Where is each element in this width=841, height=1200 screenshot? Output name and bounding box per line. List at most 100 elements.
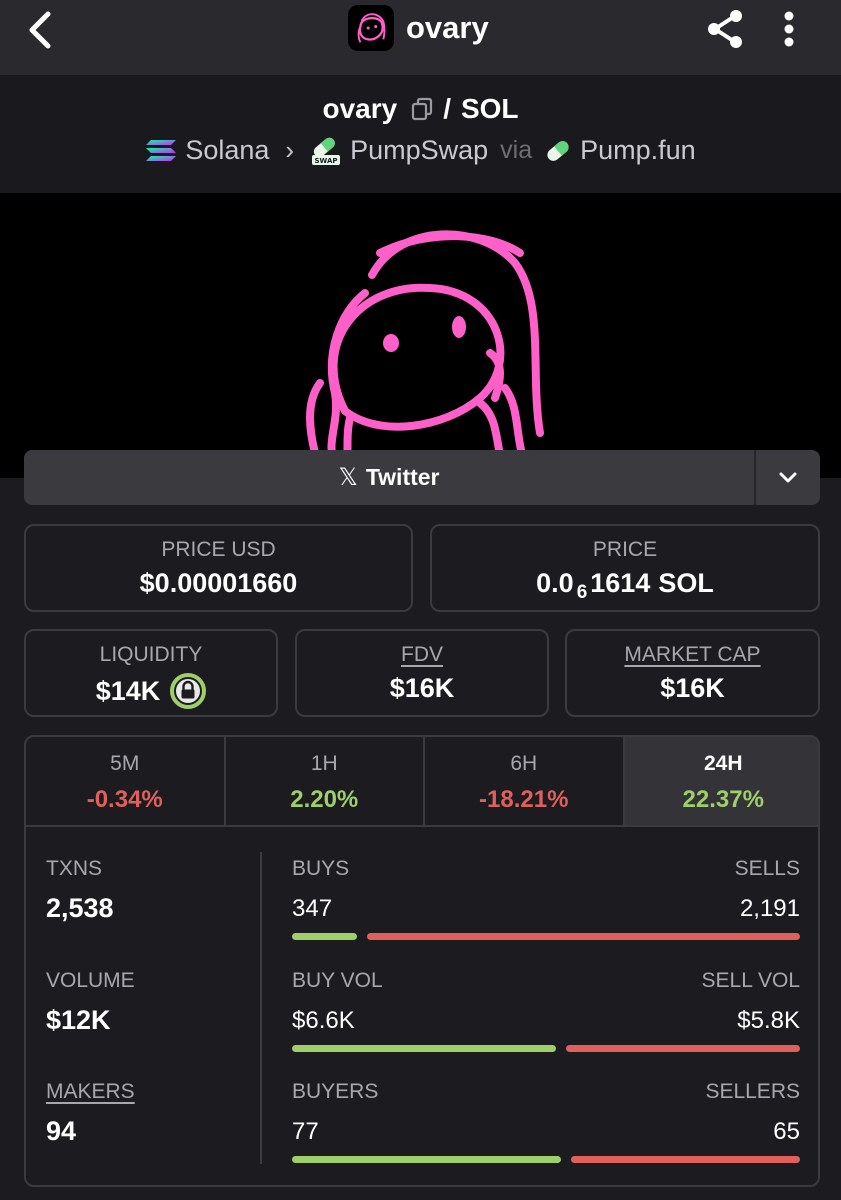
buys-label: BUYS — [292, 857, 350, 880]
buy-vol-value: $6.6K — [292, 1007, 355, 1034]
price-native-label: PRICE — [592, 538, 658, 561]
sells-value: 2,191 — [739, 895, 800, 922]
tab-change: -18.21% — [479, 786, 569, 813]
liquidity-card: LIQUIDITY $14K — [24, 629, 278, 717]
sellers-value: 65 — [773, 1118, 800, 1145]
tab-24h[interactable]: 24H 22.37% — [624, 737, 818, 825]
buy-share-bar — [292, 1045, 557, 1052]
buys-value: 347 — [292, 895, 333, 922]
solana-icon — [145, 138, 177, 164]
liquidity-value: $14K — [95, 675, 161, 706]
twitter-button[interactable]: 𝕏 Twitter — [24, 450, 754, 505]
buys-sells-ratio-bar — [292, 933, 800, 940]
socials-bar: 𝕏 Twitter — [24, 450, 820, 505]
buy-share-bar — [292, 1156, 562, 1163]
launchpad-link[interactable]: Pump.fun — [580, 135, 696, 166]
buy-share-bar — [292, 933, 357, 940]
sell-vol-value: $5.8K — [737, 1007, 800, 1034]
app-title-text: ovary — [406, 10, 489, 45]
buy-vol-label: BUY VOL — [292, 969, 383, 992]
share-button[interactable] — [704, 6, 746, 52]
sells-label: SELLS — [734, 857, 800, 880]
volume-label: VOLUME — [46, 969, 135, 992]
tab-5m[interactable]: 5M -0.34% — [26, 737, 226, 825]
makers-stat[interactable]: MAKERS 94 — [46, 1080, 135, 1147]
tab-1h[interactable]: 1H 2.20% — [226, 737, 425, 825]
more-vertical-icon — [784, 11, 794, 47]
pair-info: ovary / SOL Solana › SWAP PumpSwap via P… — [0, 75, 841, 193]
liquidity-label: LIQUIDITY — [99, 643, 203, 666]
buyers-label: BUYERS — [292, 1080, 379, 1103]
more-options-button[interactable] — [770, 6, 808, 52]
txns-label: TXNS — [46, 857, 103, 880]
token-symbol: ovary — [322, 93, 398, 124]
market-cap-card[interactable]: MARKET CAP $16K — [565, 629, 820, 717]
chain-link[interactable]: Solana — [185, 135, 269, 166]
x-logo-icon: 𝕏 — [338, 464, 358, 491]
sellers-label: SELLERS — [705, 1080, 800, 1103]
fdv-value: $16K — [389, 673, 455, 703]
chevron-down-icon — [779, 472, 797, 482]
chevron-left-icon — [29, 11, 51, 49]
twitter-label: Twitter — [365, 464, 440, 490]
fdv-card[interactable]: FDV $16K — [295, 629, 549, 717]
volume-split-row: BUY VOL SELL VOL $6.6K $5.8K — [292, 969, 800, 1052]
app-title: ovary — [348, 4, 489, 52]
tab-label: 5M — [110, 752, 140, 775]
timeframe-tabs: 5M -0.34% 1H 2.20% 6H -18.21% 24H 22.37% — [26, 737, 818, 827]
txns-value: 2,538 — [46, 893, 114, 923]
price-native-card: PRICE 0.0 6 1614 SOL — [430, 524, 820, 612]
sell-share-bar — [566, 1045, 800, 1052]
via-label: via — [500, 136, 533, 164]
makers-value: 94 — [46, 1116, 77, 1146]
pumpswap-icon: SWAP — [310, 136, 342, 166]
tab-label: 24H — [703, 752, 743, 775]
fdv-label: FDV — [401, 643, 443, 666]
makers-label: MAKERS — [46, 1080, 135, 1103]
volume-ratio-bar — [292, 1045, 800, 1052]
copy-address-button[interactable] — [411, 97, 433, 121]
token-banner — [0, 193, 841, 478]
token-face-icon — [357, 13, 386, 43]
sell-share-bar — [571, 1156, 800, 1163]
share-icon — [708, 10, 742, 48]
volume-stat: VOLUME $12K — [46, 969, 135, 1036]
sell-vol-label: SELL VOL — [701, 969, 800, 992]
back-button[interactable] — [18, 8, 62, 52]
tab-6h[interactable]: 6H -18.21% — [425, 737, 625, 825]
price-native-digits: 1614 — [590, 568, 651, 598]
tab-label: 6H — [510, 752, 538, 775]
socials-dropdown-button[interactable] — [756, 450, 820, 505]
token-avatar — [348, 5, 394, 51]
divider — [260, 852, 262, 1164]
buyers-value: 77 — [292, 1118, 319, 1145]
volume-value: $12K — [46, 1005, 111, 1035]
market-cap-value: $16K — [660, 673, 725, 703]
sell-share-bar — [366, 933, 800, 940]
copy-icon — [412, 97, 433, 121]
price-usd-card: PRICE USD $0.00001660 — [24, 524, 413, 612]
buyers-sellers-row: BUYERS SELLERS 77 65 — [292, 1080, 800, 1163]
dex-link[interactable]: PumpSwap — [350, 135, 488, 166]
pair-title: ovary / SOL — [0, 93, 841, 125]
tab-change: 2.20% — [290, 786, 359, 813]
price-usd-label: PRICE USD — [161, 538, 276, 561]
stats-panel: 5M -0.34% 1H 2.20% 6H -18.21% 24H 22.37%… — [24, 735, 820, 1187]
buyers-ratio-bar — [292, 1156, 800, 1163]
swap-badge-text: SWAP — [315, 157, 338, 165]
price-native-unit: SOL — [658, 568, 714, 598]
pumpfun-icon — [544, 138, 572, 164]
breadcrumb-chevron-icon: › — [285, 135, 295, 165]
txns-stat: TXNS 2,538 — [46, 857, 114, 924]
tab-change: -0.34% — [86, 786, 163, 813]
chain-breadcrumb: Solana › SWAP PumpSwap via Pump.fun — [0, 135, 841, 166]
tab-change: 22.37% — [682, 786, 764, 813]
liquidity-value-row: $14K — [26, 673, 276, 709]
buys-sells-row: BUYS SELLS 347 2,191 — [292, 857, 800, 940]
lock-icon[interactable] — [170, 673, 207, 709]
pair-separator: / — [443, 93, 451, 124]
quote-symbol: SOL — [460, 93, 519, 124]
price-zero-count: 6 — [576, 581, 588, 603]
price-usd-value: $0.00001660 — [139, 568, 298, 598]
market-cap-label: MARKET CAP — [624, 643, 761, 666]
